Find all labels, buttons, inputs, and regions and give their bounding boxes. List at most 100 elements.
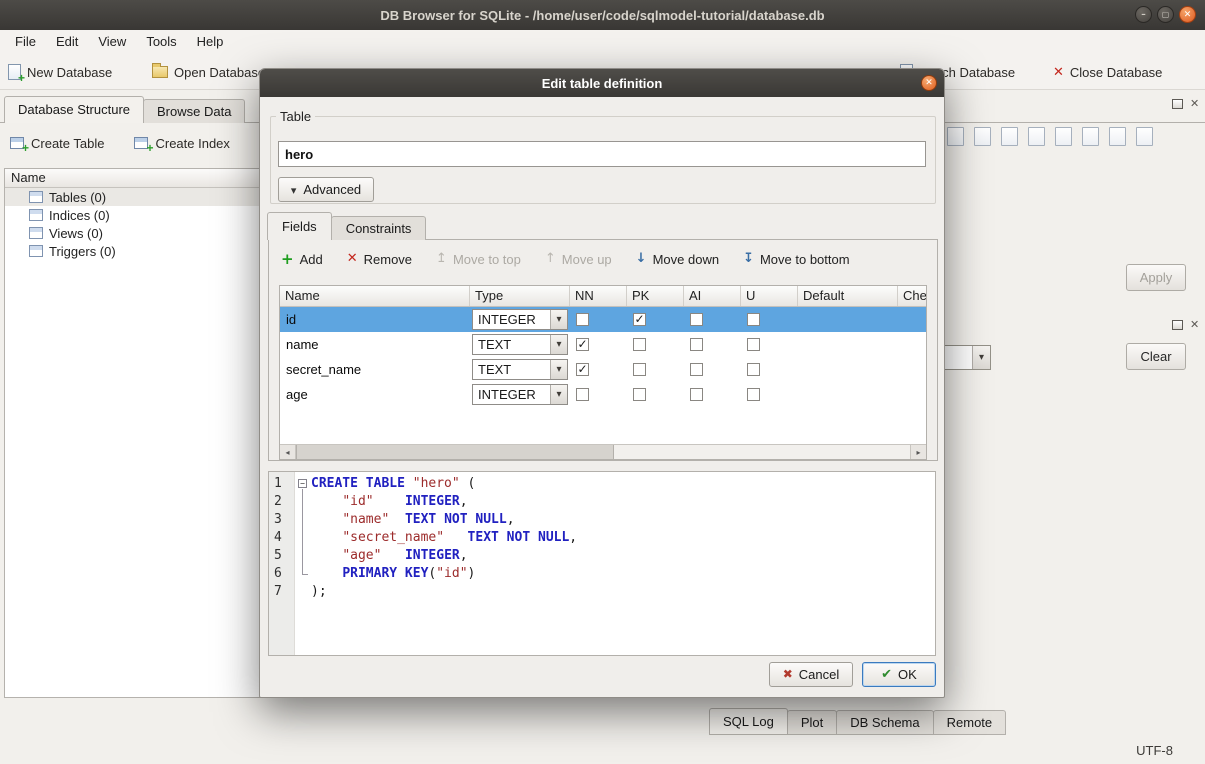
- dock-close-icon[interactable]: [1190, 319, 1199, 330]
- nn-checkbox[interactable]: [576, 313, 589, 326]
- sql-preview[interactable]: 1−CREATE TABLE "hero" (2 "id" INTEGER,3 …: [268, 471, 936, 656]
- document-icon[interactable]: [947, 127, 964, 146]
- dock-controls-bottom: [1172, 319, 1199, 330]
- chevron-down-icon: [972, 346, 990, 369]
- scroll-right-icon[interactable]: [910, 445, 926, 459]
- clear-button[interactable]: Clear: [1126, 343, 1186, 370]
- dock-close-icon[interactable]: [1190, 98, 1199, 109]
- tab-database-structure[interactable]: Database Structure: [4, 96, 144, 123]
- field-row-secret_name[interactable]: secret_nameTEXT: [280, 357, 926, 382]
- bottom-tab-remote[interactable]: Remote: [933, 710, 1007, 735]
- nn-checkbox[interactable]: [576, 363, 589, 376]
- bottom-tab-db-schema[interactable]: DB Schema: [836, 710, 933, 735]
- document-icon[interactable]: [1001, 127, 1018, 146]
- ai-checkbox[interactable]: [690, 363, 703, 376]
- column-header-default[interactable]: Default: [798, 286, 898, 306]
- tab-fields-label: Fields: [282, 219, 317, 234]
- advanced-button[interactable]: Advanced: [278, 177, 374, 202]
- ai-checkbox[interactable]: [690, 313, 703, 326]
- tab-constraints[interactable]: Constraints: [331, 216, 427, 240]
- u-checkbox[interactable]: [747, 338, 760, 351]
- document-icon[interactable]: [1082, 127, 1099, 146]
- pk-checkbox[interactable]: [633, 338, 646, 351]
- pk-checkbox[interactable]: [633, 388, 646, 401]
- field-row-age[interactable]: ageINTEGER: [280, 382, 926, 407]
- ok-button[interactable]: OK: [862, 662, 936, 687]
- bottom-tab-plot[interactable]: Plot: [787, 710, 837, 735]
- column-header-pk[interactable]: PK: [627, 286, 684, 306]
- menu-item-tools[interactable]: Tools: [136, 32, 186, 51]
- sql-line: 1−CREATE TABLE "hero" (: [269, 475, 935, 493]
- line-number: 1: [269, 475, 295, 493]
- menu-item-help[interactable]: Help: [187, 32, 234, 51]
- column-header-check[interactable]: Check: [898, 286, 926, 306]
- create-index-icon: [134, 137, 148, 149]
- identity-combobox[interactable]: [945, 345, 991, 370]
- new-database-button[interactable]: New Database: [8, 61, 112, 83]
- column-header-ai[interactable]: AI: [684, 286, 741, 306]
- document-icon[interactable]: [1028, 127, 1045, 146]
- minimize-icon[interactable]: [1135, 6, 1152, 23]
- move-down-button[interactable]: ↓Move down: [636, 252, 719, 267]
- cell-editor-toolbar: [947, 127, 1153, 146]
- dialog-titlebar[interactable]: Edit table definition: [260, 69, 944, 97]
- horizontal-scrollbar[interactable]: [280, 444, 926, 459]
- nn-checkbox[interactable]: [576, 338, 589, 351]
- column-header-u[interactable]: U: [741, 286, 798, 306]
- pk-checkbox[interactable]: [633, 313, 646, 326]
- dock-float-icon[interactable]: [1172, 99, 1183, 109]
- u-checkbox[interactable]: [747, 313, 760, 326]
- column-header-type[interactable]: Type: [470, 286, 570, 306]
- pk-checkbox[interactable]: [633, 363, 646, 376]
- menu-item-file[interactable]: File: [5, 32, 46, 51]
- dialog-close-icon[interactable]: [921, 75, 937, 91]
- type-combobox[interactable]: TEXT: [472, 334, 568, 355]
- open-database-button[interactable]: Open Database...: [152, 61, 276, 83]
- dialog-title: Edit table definition: [542, 76, 663, 91]
- bottom-tab-sql-log[interactable]: SQL Log: [709, 708, 788, 735]
- type-combobox[interactable]: INTEGER: [472, 309, 568, 330]
- document-icon[interactable]: [1055, 127, 1072, 146]
- type-combobox[interactable]: TEXT: [472, 359, 568, 380]
- document-icon[interactable]: [1136, 127, 1153, 146]
- cancel-button[interactable]: Cancel: [769, 662, 853, 687]
- table-name-input[interactable]: [278, 141, 926, 167]
- ai-checkbox[interactable]: [690, 388, 703, 401]
- nn-checkbox[interactable]: [576, 388, 589, 401]
- add-button[interactable]: +Add: [281, 252, 323, 267]
- window-titlebar[interactable]: DB Browser for SQLite - /home/user/code/…: [0, 0, 1205, 30]
- scrollbar-thumb[interactable]: [296, 445, 614, 459]
- structure-toolbar: Create Table Create Index: [10, 129, 230, 157]
- remove-button[interactable]: ✕Remove: [347, 252, 412, 267]
- tab-fields[interactable]: Fields: [267, 212, 332, 240]
- scroll-left-icon[interactable]: [280, 445, 296, 459]
- type-value: INTEGER: [473, 387, 550, 402]
- default-cell: [798, 382, 898, 407]
- tab-browse-data[interactable]: Browse Data: [143, 99, 245, 123]
- ai-checkbox[interactable]: [690, 338, 703, 351]
- document-icon[interactable]: [974, 127, 991, 146]
- close-database-button[interactable]: Close Database: [1053, 61, 1162, 83]
- fold-marker-icon[interactable]: −: [295, 475, 311, 493]
- cell-ai: [684, 357, 741, 382]
- maximize-icon[interactable]: [1157, 6, 1174, 23]
- new-database-icon: [8, 64, 21, 80]
- field-row-name[interactable]: nameTEXT: [280, 332, 926, 357]
- dock-float-icon[interactable]: [1172, 320, 1183, 330]
- column-header-nn[interactable]: NN: [570, 286, 627, 306]
- field-row-id[interactable]: idINTEGER: [280, 307, 926, 332]
- document-icon[interactable]: [1109, 127, 1126, 146]
- u-checkbox[interactable]: [747, 388, 760, 401]
- create-table-button[interactable]: Create Table: [10, 136, 104, 151]
- close-window-icon[interactable]: [1179, 6, 1196, 23]
- u-checkbox[interactable]: [747, 363, 760, 376]
- type-combobox[interactable]: INTEGER: [472, 384, 568, 405]
- menu-item-edit[interactable]: Edit: [46, 32, 88, 51]
- column-header-name[interactable]: Name: [280, 286, 470, 306]
- create-index-button[interactable]: Create Index: [134, 136, 229, 151]
- apply-button[interactable]: Apply: [1126, 264, 1186, 291]
- move-to-bottom-button[interactable]: ↧Move to bottom: [743, 252, 850, 267]
- move-to-top-icon: ↥: [436, 252, 447, 266]
- menu-item-view[interactable]: View: [88, 32, 136, 51]
- dialog-buttons: Cancel OK: [769, 662, 936, 687]
